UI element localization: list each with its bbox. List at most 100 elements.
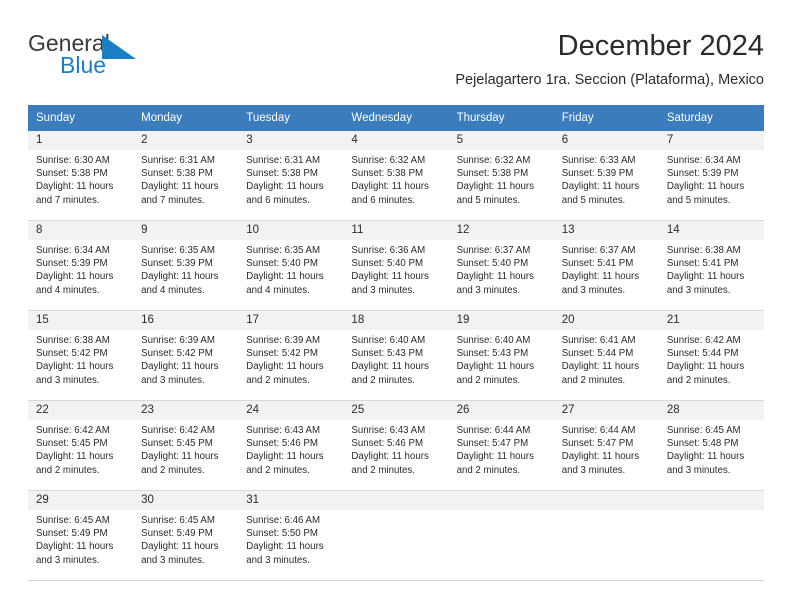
triangle-logo-icon xyxy=(102,35,136,59)
day-cell[interactable]: 18 Sunrise: 6:40 AM Sunset: 5:43 PM Dayligh… xyxy=(343,310,449,401)
sunset-text: Sunset: 5:39 PM xyxy=(36,258,108,270)
calendar-page: General Blue December 2024 Pejelagartero… xyxy=(0,0,792,612)
day-cell[interactable]: 10 Sunrise: 6:35 AM Sunset: 5:40 PM Dayligh… xyxy=(238,220,344,311)
day-cell[interactable]: 13 Sunrise: 6:37 AM Sunset: 5:41 PM Dayligh… xyxy=(553,220,659,311)
daylight-text-line2: and 3 minutes. xyxy=(561,464,626,476)
day-cell[interactable]: 24 Sunrise: 6:43 AM Sunset: 5:46 PM Dayligh… xyxy=(238,400,344,491)
daylight-text-line1: Daylight: 11 hours xyxy=(141,541,219,553)
day-cell[interactable]: 29 Sunrise: 6:45 AM Sunset: 5:49 PM Dayligh… xyxy=(28,490,134,581)
day-cell[interactable]: 3 Sunrise: 6:31 AM Sunset: 5:38 PM Daylight… xyxy=(238,130,344,221)
sunrise-text: Sunrise: 6:40 AM xyxy=(351,335,426,346)
day-cell[interactable]: 25 Sunrise: 6:43 AM Sunset: 5:46 PM Dayligh… xyxy=(343,400,449,491)
day-cell[interactable]: 1 Sunrise: 6:30 AM Sunset: 5:38 PM Daylight… xyxy=(28,130,134,221)
day-cell[interactable]: 7 Sunrise: 6:34 AM Sunset: 5:39 PM Daylight… xyxy=(658,130,764,221)
day-cell[interactable]: 21 Sunrise: 6:42 AM Sunset: 5:44 PM Dayligh… xyxy=(658,310,764,401)
day-cell[interactable]: 19 Sunrise: 6:40 AM Sunset: 5:43 PM Dayligh… xyxy=(448,310,554,401)
sunrise-text: Sunrise: 6:31 AM xyxy=(246,155,321,166)
sunrise-text: Sunrise: 6:42 AM xyxy=(141,425,215,436)
sunrise-sunset-calendar: Sunday Monday Tuesday Wednesday Thursday… xyxy=(28,105,764,581)
day-number: 24 xyxy=(238,401,344,420)
day-number: 23 xyxy=(133,401,239,420)
daylight-text-line1: Daylight: 11 hours xyxy=(141,451,219,463)
daylight-text-line1: Daylight: 11 hours xyxy=(246,361,324,373)
daylight-text-line1: Daylight: 11 hours xyxy=(246,451,324,463)
sunrise-text: Sunrise: 6:42 AM xyxy=(36,425,110,436)
daylight-text-line1: Daylight: 11 hours xyxy=(246,541,324,553)
daylight-text-line2: and 2 minutes. xyxy=(561,374,626,386)
day-cell[interactable]: 17 Sunrise: 6:39 AM Sunset: 5:42 PM Dayligh… xyxy=(238,310,344,401)
day-cell[interactable]: 16 Sunrise: 6:39 AM Sunset: 5:42 PM Dayligh… xyxy=(133,310,239,401)
daylight-text-line1: Daylight: 11 hours xyxy=(666,451,745,463)
daylight-text-line2: and 5 minutes. xyxy=(561,194,626,206)
day-number: 26 xyxy=(448,401,554,420)
daylight-text-line1: Daylight: 11 hours xyxy=(351,181,429,193)
sunset-text: Sunset: 5:38 PM xyxy=(36,168,108,180)
sunset-text: Sunset: 5:39 PM xyxy=(666,168,739,180)
day-cell[interactable]: 31 Sunrise: 6:46 AM Sunset: 5:50 PM Dayligh… xyxy=(238,490,344,581)
sunrise-text: Sunrise: 6:30 AM xyxy=(36,155,110,166)
sunset-text: Sunset: 5:40 PM xyxy=(351,258,424,270)
day-cell[interactable]: 5 Sunrise: 6:32 AM Sunset: 5:38 PM Daylight… xyxy=(448,130,554,221)
calendar-week-row: 15 Sunrise: 6:38 AM Sunset: 5:42 PM Dayligh… xyxy=(28,310,764,401)
day-cell[interactable]: 11 Sunrise: 6:36 AM Sunset: 5:40 PM Dayligh… xyxy=(343,220,449,311)
day-cell[interactable]: 15 Sunrise: 6:38 AM Sunset: 5:42 PM Dayligh… xyxy=(28,310,134,401)
sunrise-text: Sunrise: 6:42 AM xyxy=(666,335,741,346)
daylight-text-line1: Daylight: 11 hours xyxy=(36,541,114,553)
day-cell[interactable]: 8 Sunrise: 6:34 AM Sunset: 5:39 PM Daylight… xyxy=(28,220,134,311)
day-cell[interactable]: 26 Sunrise: 6:44 AM Sunset: 5:47 PM Dayligh… xyxy=(448,400,554,491)
day-cell[interactable]: 2 Sunrise: 6:31 AM Sunset: 5:38 PM Daylight… xyxy=(133,130,239,221)
day-cell[interactable]: 6 Sunrise: 6:33 AM Sunset: 5:39 PM Daylight… xyxy=(553,130,659,221)
location-subtitle: Pejelagartero 1ra. Seccion (Plataforma),… xyxy=(455,72,764,88)
day-number: 14 xyxy=(658,221,764,240)
day-number xyxy=(343,491,449,510)
day-cell[interactable]: 28 Sunrise: 6:45 AM Sunset: 5:48 PM Dayligh… xyxy=(658,400,764,491)
day-number: 11 xyxy=(343,221,449,240)
day-cell[interactable]: 27 Sunrise: 6:44 AM Sunset: 5:47 PM Dayligh… xyxy=(553,400,659,491)
day-number: 17 xyxy=(238,311,344,330)
weekday-header-row: Sunday Monday Tuesday Wednesday Thursday… xyxy=(28,105,764,131)
day-number xyxy=(553,491,659,510)
day-cell[interactable]: 4 Sunrise: 6:32 AM Sunset: 5:38 PM Daylight… xyxy=(343,130,449,221)
day-number: 22 xyxy=(28,401,134,420)
day-cell[interactable]: 23 Sunrise: 6:42 AM Sunset: 5:45 PM Dayligh… xyxy=(133,400,239,491)
daylight-text-line1: Daylight: 11 hours xyxy=(456,361,534,373)
daylight-text-line2: and 6 minutes. xyxy=(246,194,310,206)
day-number: 19 xyxy=(448,311,554,330)
sunset-text: Sunset: 5:41 PM xyxy=(666,258,739,270)
weekday-header-thursday: Thursday xyxy=(448,105,554,131)
sunset-text: Sunset: 5:38 PM xyxy=(456,168,529,180)
day-number: 10 xyxy=(238,221,344,240)
weekday-header-saturday: Saturday xyxy=(658,105,764,131)
day-cell[interactable]: 30 Sunrise: 6:45 AM Sunset: 5:49 PM Dayligh… xyxy=(133,490,239,581)
sunrise-text: Sunrise: 6:33 AM xyxy=(561,155,636,166)
day-number: 31 xyxy=(238,491,344,510)
day-cell[interactable]: 20 Sunrise: 6:41 AM Sunset: 5:44 PM Dayligh… xyxy=(553,310,659,401)
day-number: 8 xyxy=(28,221,134,240)
daylight-text-line1: Daylight: 11 hours xyxy=(561,271,640,283)
daylight-text-line2: and 3 minutes. xyxy=(36,374,100,386)
sunset-text: Sunset: 5:43 PM xyxy=(351,348,424,360)
sunset-text: Sunset: 5:47 PM xyxy=(561,438,634,450)
day-number xyxy=(658,491,764,510)
day-number: 6 xyxy=(553,131,659,150)
day-cell[interactable]: 12 Sunrise: 6:37 AM Sunset: 5:40 PM Dayligh… xyxy=(448,220,554,311)
day-cell[interactable]: 14 Sunrise: 6:38 AM Sunset: 5:41 PM Dayligh… xyxy=(658,220,764,311)
general-blue-logo[interactable]: General Blue xyxy=(28,30,178,92)
daylight-text-line1: Daylight: 11 hours xyxy=(456,451,534,463)
daylight-text-line2: and 3 minutes. xyxy=(141,554,205,566)
day-cell[interactable]: 9 Sunrise: 6:35 AM Sunset: 5:39 PM Daylight… xyxy=(133,220,239,311)
day-cell[interactable]: 22 Sunrise: 6:42 AM Sunset: 5:45 PM Dayligh… xyxy=(28,400,134,491)
day-number: 21 xyxy=(658,311,764,330)
day-number: 29 xyxy=(28,491,134,510)
day-number: 28 xyxy=(658,401,764,420)
sunrise-text: Sunrise: 6:34 AM xyxy=(666,155,741,166)
calendar-header: Sunday Monday Tuesday Wednesday Thursday… xyxy=(28,105,764,131)
sunset-text: Sunset: 5:44 PM xyxy=(666,348,739,360)
day-cell-empty xyxy=(658,490,764,581)
sunset-text: Sunset: 5:42 PM xyxy=(141,348,213,360)
sunrise-text: Sunrise: 6:39 AM xyxy=(246,335,321,346)
daylight-text-line1: Daylight: 11 hours xyxy=(141,181,219,193)
daylight-text-line2: and 3 minutes. xyxy=(351,284,415,296)
day-number: 3 xyxy=(238,131,344,150)
day-number: 2 xyxy=(133,131,239,150)
